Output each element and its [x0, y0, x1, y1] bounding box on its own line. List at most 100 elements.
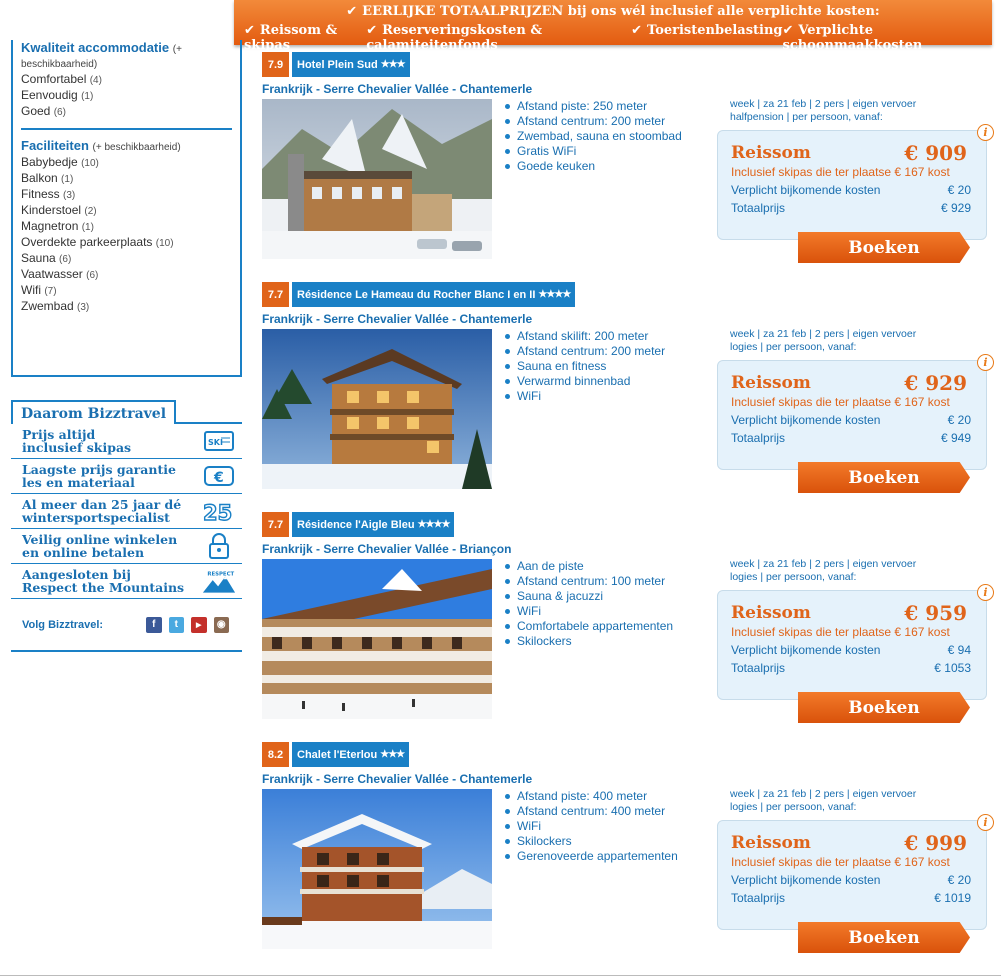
star-rating-icon: ★★★: [380, 59, 406, 70]
location-text: Frankrijk - Serre Chevalier Vallée - Cha…: [262, 772, 533, 786]
book-button[interactable]: Boeken: [798, 232, 970, 263]
accommodation-name-link[interactable]: Résidence Le Hameau du Rocher Blanc I en…: [292, 282, 576, 307]
lock-icon: [202, 531, 236, 561]
skipas-note: Inclusief skipas die ter plaatse € 167 k…: [731, 855, 950, 869]
banner-item: ✔ Toeristenbelasting: [631, 23, 783, 38]
feature-list: Afstand piste: 250 meter Afstand centrum:…: [502, 99, 682, 174]
feature-item: WiFi: [502, 819, 678, 834]
why-line: wintersportspecialist: [22, 510, 170, 525]
why-line: Respect the Mountains: [22, 580, 185, 595]
extra-costs-row: Verplicht bijkomende kosten € 20: [731, 873, 971, 887]
filter-option[interactable]: Kinderstoel (2): [21, 203, 232, 219]
filter-option[interactable]: Babybedje (10): [21, 155, 232, 171]
total-price-row: Totaalprijs € 1053: [731, 661, 971, 675]
instagram-icon[interactable]: ◉: [213, 616, 229, 633]
accommodation-name-link[interactable]: Chalet l'Eterlou ★★★: [292, 742, 410, 767]
feature-list: Aan de piste Afstand centrum: 100 meter Sa…: [502, 559, 673, 649]
board-details: logies | per persoon, vanaf:: [730, 341, 857, 353]
total-price-row: Totaalprijs € 1019: [731, 891, 971, 905]
feature-item: Afstand centrum: 400 meter: [502, 804, 678, 819]
filter-panel: Kwaliteit accommodatie (+ beschikbaarhei…: [11, 40, 242, 377]
filter-option[interactable]: Eenvoudig (1): [21, 88, 232, 104]
review-score-badge: 7.7: [262, 282, 289, 307]
feature-item: Afstand centrum: 200 meter: [502, 114, 682, 129]
filter-option[interactable]: Comfortabel (4): [21, 72, 232, 88]
twitter-icon[interactable]: t: [168, 616, 184, 633]
youtube-icon[interactable]: ▶: [191, 616, 207, 633]
travel-meta: week | za 21 feb | 2 pers | eigen vervoe…: [730, 328, 916, 354]
accommodation-name-link[interactable]: Résidence l'Aigle Bleu ★★★★: [292, 512, 455, 537]
filter-option[interactable]: Fitness (3): [21, 187, 232, 203]
feature-item: Sauna & jacuzzi: [502, 589, 673, 604]
accommodation-photo[interactable]: [262, 789, 492, 949]
accommodation-photo[interactable]: [262, 559, 492, 719]
total-price-row: Totaalprijs € 929: [731, 201, 971, 215]
info-icon[interactable]: i: [977, 584, 994, 601]
check-icon: ✔: [782, 23, 794, 38]
why-line: les en materiaal: [22, 475, 135, 490]
price-value: € 999: [904, 831, 967, 855]
travel-details: week | za 21 feb | 2 pers | eigen vervoe…: [730, 558, 917, 570]
travel-details: week | za 21 feb | 2 pers | eigen vervoe…: [730, 98, 917, 110]
check-icon: ✔: [244, 23, 255, 38]
ski-pass-icon: SKI: [202, 426, 236, 456]
filter-option[interactable]: Overdekte parkeerplaats (10): [21, 235, 232, 251]
filter-option[interactable]: Wifi (7): [21, 283, 232, 299]
check-icon: ✔: [366, 23, 378, 38]
travel-details: week | za 21 feb | 2 pers | eigen vervoe…: [730, 788, 917, 800]
totaalprijzen-banner: ✔ EERLIJKE TOTAALPRIJZEN bij ons wél incl…: [234, 0, 992, 53]
why-bizztravel: Daarom Bizztravel Prijs altijd inclusief …: [11, 398, 242, 652]
why-item[interactable]: Laagste prijs garantie les en materiaal €: [11, 459, 242, 494]
feature-item: Skilockers: [502, 834, 678, 849]
filter-option[interactable]: Goed (6): [21, 104, 232, 120]
price-label: Reissom: [731, 143, 811, 163]
review-score-badge: 7.7: [262, 512, 289, 537]
feature-item: Afstand piste: 400 meter: [502, 789, 678, 804]
banner-item: ✔ Reissom & skipas: [244, 23, 338, 53]
listing-header: 7.9 Hotel Plein Sud ★★★: [262, 52, 410, 77]
check-icon: ✔: [346, 4, 358, 19]
accommodation-listing: 8.2 Chalet l'Eterlou ★★★ Frankrijk - Serre …: [262, 742, 994, 962]
location-text: Frankrijk - Serre Chevalier Vallée - Cha…: [262, 82, 533, 96]
filter-group-kwaliteit: Kwaliteit accommodatie (+ beschikbaarhei…: [21, 40, 232, 120]
why-item[interactable]: Veilig online winkelen en online betalen: [11, 529, 242, 564]
price-value: € 909: [904, 141, 967, 165]
price-value: € 959: [904, 601, 967, 625]
filter-option[interactable]: Balkon (1): [21, 171, 232, 187]
filter-title: Faciliteiten: [21, 138, 89, 153]
filter-option[interactable]: Magnetron (1): [21, 219, 232, 235]
social-label: Volg Bizztravel:: [22, 618, 104, 631]
review-score-badge: 8.2: [262, 742, 289, 767]
why-item[interactable]: Aangesloten bij Respect the Mountains RESP…: [11, 564, 242, 599]
accommodation-photo[interactable]: [262, 99, 492, 259]
accommodation-listing: 7.7 Résidence Le Hameau du Rocher Blanc I…: [262, 282, 994, 502]
why-item[interactable]: Al meer dan 25 jaar dé wintersportspecial…: [11, 494, 242, 529]
feature-item: Sauna en fitness: [502, 359, 665, 374]
why-item[interactable]: Prijs altijd inclusief skipas SKI: [11, 424, 242, 459]
facebook-icon[interactable]: f: [146, 616, 162, 633]
book-button[interactable]: Boeken: [798, 462, 970, 493]
price-label: Reissom: [731, 373, 811, 393]
book-button[interactable]: Boeken: [798, 922, 970, 953]
accommodation-photo[interactable]: [262, 329, 492, 489]
star-rating-icon: ★★★: [380, 749, 405, 760]
filter-option[interactable]: Sauna (6): [21, 251, 232, 267]
check-icon: ✔: [631, 23, 643, 38]
listing-header: 7.7 Résidence l'Aigle Bleu ★★★★: [262, 512, 455, 537]
info-icon[interactable]: i: [977, 354, 994, 371]
svg-text:€: €: [213, 470, 224, 486]
skipas-note: Inclusief skipas die ter plaatse € 167 k…: [731, 165, 950, 179]
filter-option[interactable]: Zwembad (3): [21, 299, 232, 315]
info-icon[interactable]: i: [977, 124, 994, 141]
info-icon[interactable]: i: [977, 814, 994, 831]
skipas-note: Inclusief skipas die ter plaatse € 167 k…: [731, 625, 950, 639]
price-label: Reissom: [731, 603, 811, 623]
feature-item: Verwarmd binnenbad: [502, 374, 665, 389]
filter-option[interactable]: Vaatwasser (6): [21, 267, 232, 283]
accommodation-listing: 7.9 Hotel Plein Sud ★★★ Frankrijk - Serre C…: [262, 52, 994, 272]
star-rating-icon: ★★★★: [538, 289, 571, 300]
book-button[interactable]: Boeken: [798, 692, 970, 723]
feature-item: WiFi: [502, 604, 673, 619]
accommodation-name-link[interactable]: Hotel Plein Sud ★★★: [292, 52, 410, 77]
board-details: logies | per persoon, vanaf:: [730, 571, 857, 583]
